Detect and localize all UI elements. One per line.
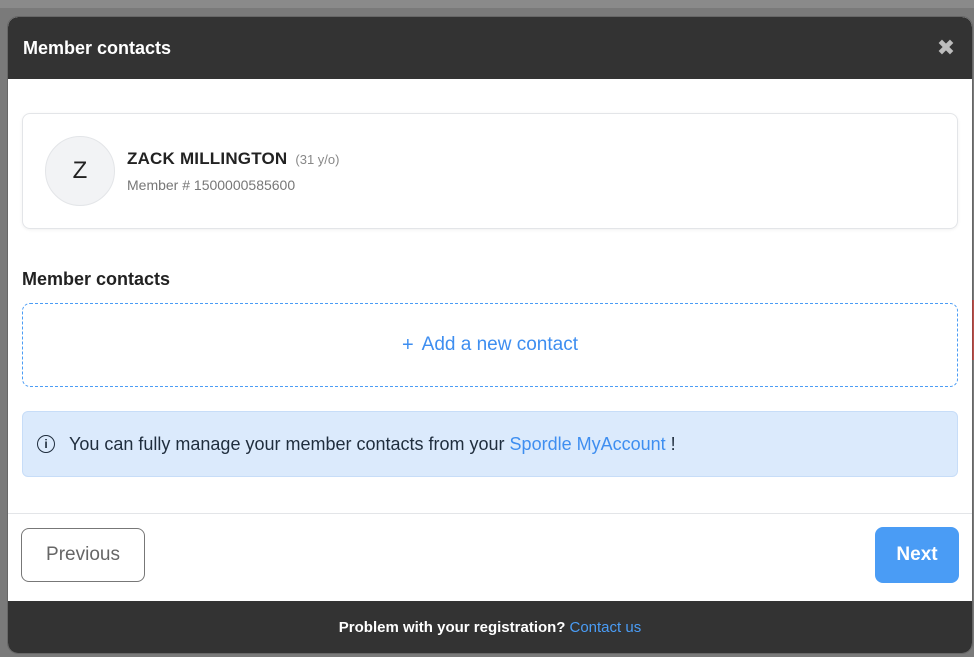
member-age: (31 y/o) bbox=[295, 152, 340, 167]
member-info: ZACK MILLINGTON (31 y/o) Member # 150000… bbox=[127, 149, 339, 193]
modal-title: Member contacts bbox=[23, 37, 172, 58]
avatar: Z bbox=[45, 136, 115, 206]
section-title: Member contacts bbox=[22, 269, 171, 289]
info-icon: i bbox=[37, 435, 55, 453]
info-suffix: ! bbox=[670, 433, 676, 454]
info-alert: i You can fully manage your member conta… bbox=[22, 411, 958, 477]
help-text: Problem with your registration? bbox=[338, 618, 566, 636]
modal-footer: Previous Next bbox=[8, 513, 972, 602]
add-contact-label: Add a new contact bbox=[421, 334, 578, 355]
previous-button[interactable]: Previous bbox=[21, 528, 145, 582]
plus-icon: + bbox=[401, 333, 414, 356]
member-name-row: ZACK MILLINGTON (31 y/o) bbox=[127, 149, 339, 169]
next-button[interactable]: Next bbox=[875, 527, 959, 583]
member-contacts-modal: Member contacts ✖ Z ZACK MILLINGTON (31 … bbox=[8, 17, 972, 653]
member-name: ZACK MILLINGTON bbox=[127, 149, 288, 168]
page-backdrop bbox=[0, 0, 974, 8]
add-contact-button[interactable]: + Add a new contact bbox=[22, 303, 958, 387]
modal-body: Z ZACK MILLINGTON (31 y/o) Member # 1500… bbox=[8, 79, 972, 477]
member-number: Member # 1500000585600 bbox=[127, 177, 296, 193]
info-text: You can fully manage your member contact… bbox=[69, 433, 505, 454]
bottom-help-bar: Problem with your registration? Contact … bbox=[8, 601, 972, 653]
myaccount-link[interactable]: Spordle MyAccount bbox=[510, 434, 666, 455]
member-card: Z ZACK MILLINGTON (31 y/o) Member # 1500… bbox=[22, 113, 958, 229]
close-icon[interactable]: ✖ bbox=[934, 37, 958, 59]
contact-us-link[interactable]: Contact us bbox=[569, 619, 641, 636]
modal-header: Member contacts ✖ bbox=[8, 17, 972, 79]
